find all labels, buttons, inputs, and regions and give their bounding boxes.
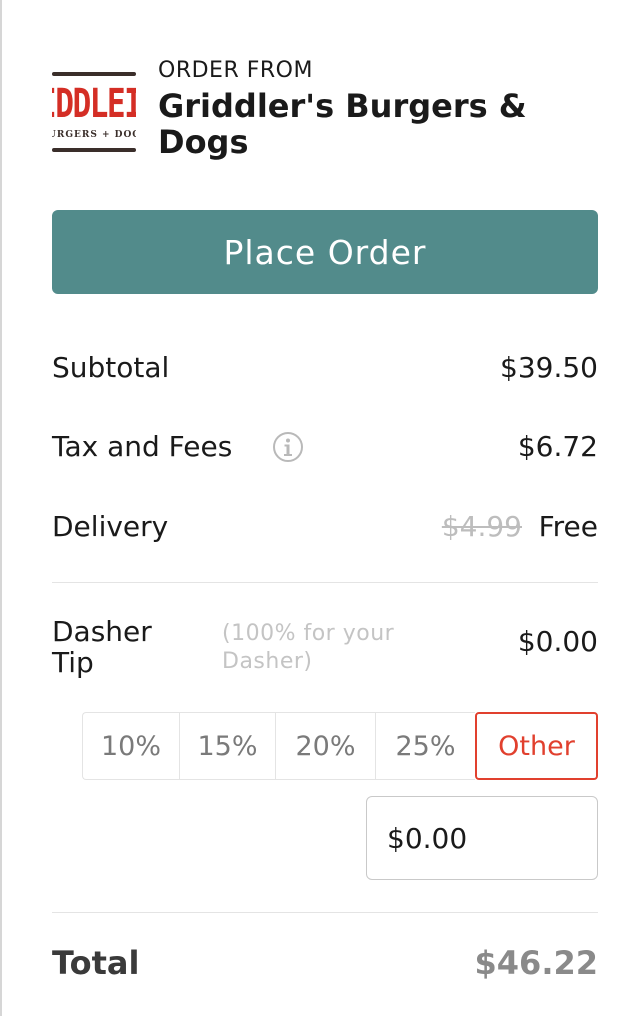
tip-option-10[interactable]: 10%: [82, 712, 179, 780]
tip-option-other[interactable]: Other: [475, 712, 598, 780]
delivery-row: Delivery $4.99 Free: [52, 507, 598, 547]
custom-tip-input[interactable]: [366, 796, 598, 880]
tip-option-25[interactable]: 25%: [375, 712, 475, 780]
total-value: $46.22: [474, 944, 598, 982]
delivery-original-price: $4.99: [441, 510, 522, 543]
info-icon[interactable]: [272, 431, 304, 463]
dasher-tip-note: (100% for your Dasher): [222, 621, 395, 674]
logo-bar-bottom: [52, 148, 136, 152]
panel-left-border: [0, 0, 2, 1016]
total-row: Total $46.22: [52, 940, 598, 986]
logo-bar-top: [52, 72, 136, 76]
store-logo: IDDLEI URGERS + DOG: [52, 70, 136, 154]
tax-fees-value: $6.72: [517, 430, 598, 463]
tip-option-15[interactable]: 15%: [179, 712, 275, 780]
logo-tagline: URGERS + DOG: [52, 130, 136, 140]
order-header: IDDLEI URGERS + DOG ORDER FROM Griddler'…: [52, 56, 598, 166]
dasher-tip-value: $0.00: [517, 625, 598, 658]
dasher-tip-label: Dasher Tip: [52, 615, 152, 679]
summary-divider: [52, 582, 598, 583]
tip-option-20[interactable]: 20%: [275, 712, 375, 780]
logo-wordmark: IDDLEI: [52, 81, 136, 127]
tax-fees-label: Tax and Fees: [52, 430, 233, 463]
subtotal-value: $39.50: [500, 351, 598, 384]
total-divider: [52, 912, 598, 913]
tip-options-group: 10% 15% 20% 25% Other: [82, 712, 598, 780]
delivery-label: Delivery: [52, 510, 169, 543]
subtotal-label: Subtotal: [52, 351, 170, 384]
delivery-value: Free: [538, 510, 598, 543]
store-name[interactable]: Griddler's Burgers & Dogs: [158, 88, 598, 160]
place-order-button[interactable]: Place Order: [52, 210, 598, 294]
subtotal-row: Subtotal $39.50: [52, 348, 598, 388]
tax-fees-row: Tax and Fees $6.72: [52, 427, 598, 467]
order-from-label: ORDER FROM: [158, 58, 313, 83]
total-label: Total: [52, 944, 140, 982]
